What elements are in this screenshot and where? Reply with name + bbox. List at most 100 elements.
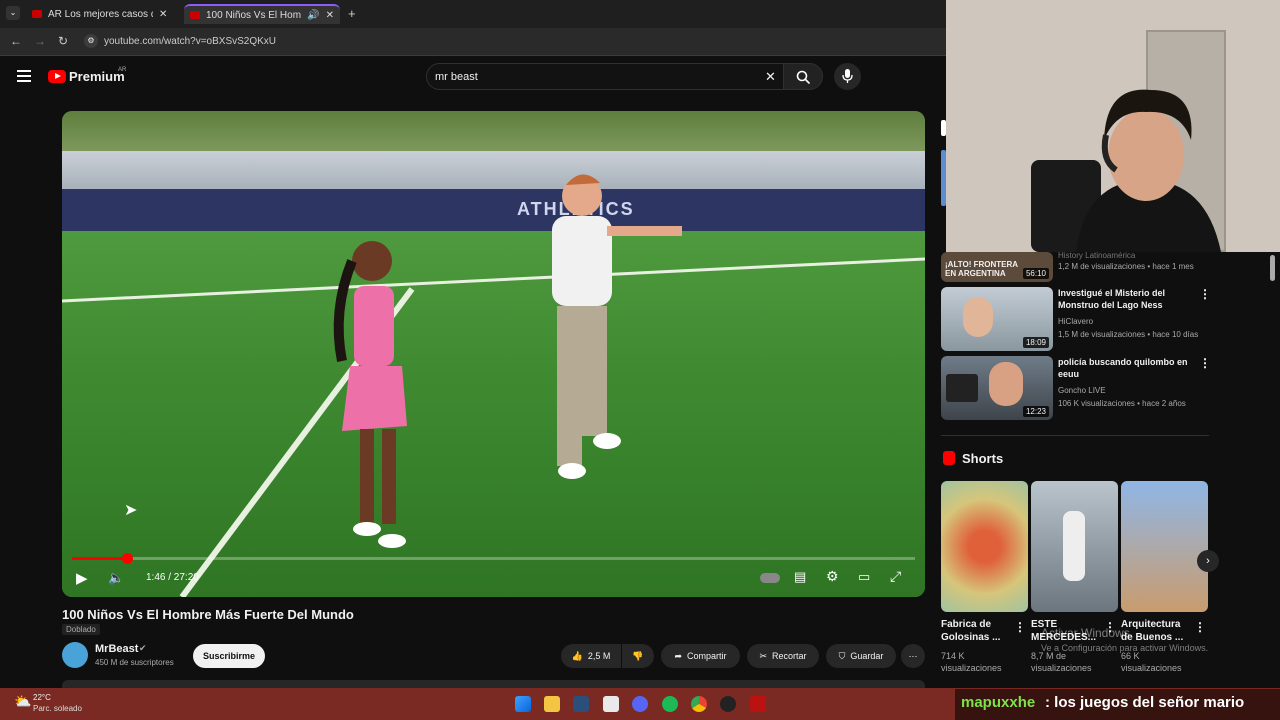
video-frame-people bbox=[333, 174, 682, 548]
youtube-logo-icon[interactable] bbox=[48, 70, 66, 83]
mouse-cursor-icon: ➤ bbox=[124, 502, 138, 519]
webcam-overlay bbox=[946, 0, 1280, 252]
short-more-icon[interactable]: ⋮ bbox=[1014, 620, 1026, 634]
like-button[interactable]: 👍 2,5 M bbox=[561, 644, 621, 668]
more-actions-button[interactable]: ⋯ bbox=[901, 644, 925, 668]
autoplay-toggle[interactable] bbox=[760, 573, 780, 583]
tab-label: AR Los mejores casos de ARGEN bbox=[48, 8, 153, 20]
settings-gear-icon[interactable]: ⚙ bbox=[826, 568, 839, 585]
share-button[interactable]: ➦ Compartir bbox=[661, 644, 740, 668]
dislike-button[interactable]: 👎 bbox=[622, 644, 654, 668]
obs-icon[interactable] bbox=[720, 696, 736, 712]
more-options-icon[interactable]: ⋮ bbox=[1199, 356, 1211, 370]
more-icon: ⋯ bbox=[908, 650, 918, 661]
forward-icon[interactable]: → bbox=[34, 34, 46, 48]
thumbnail-face bbox=[963, 297, 993, 337]
description-box[interactable] bbox=[62, 680, 925, 688]
file-explorer-icon[interactable] bbox=[544, 696, 560, 712]
theater-mode-icon[interactable]: ▭ bbox=[858, 569, 870, 585]
reload-icon[interactable]: ↻ bbox=[58, 34, 68, 48]
tab-argentina[interactable]: AR Los mejores casos de ARGEN ✕ bbox=[26, 4, 176, 24]
weather-condition: Parc. soleado bbox=[33, 704, 82, 713]
thumbnail-dashboard bbox=[946, 374, 978, 402]
verified-icon: ✔ bbox=[139, 643, 147, 653]
clip-button[interactable]: ✂ Recortar bbox=[747, 644, 819, 668]
site-info-icon[interactable]: ⚙ bbox=[84, 34, 98, 48]
close-tab-icon[interactable]: ✕ bbox=[159, 9, 167, 20]
new-tab-button[interactable]: + bbox=[348, 6, 356, 21]
channel-avatar[interactable] bbox=[62, 642, 88, 668]
like-count: 2,5 M bbox=[587, 651, 611, 661]
search-button[interactable] bbox=[783, 63, 823, 90]
weather-temp[interactable]: 22°C bbox=[33, 693, 51, 702]
save-button[interactable]: ⛉ Guardar bbox=[826, 644, 896, 668]
search-input[interactable]: mr beast ✕ bbox=[426, 63, 784, 90]
youtube-favicon-icon bbox=[190, 11, 200, 19]
windows-start-icon[interactable] bbox=[515, 696, 531, 712]
progress-bar[interactable] bbox=[72, 557, 915, 560]
tab-video[interactable]: 100 Niños Vs El Hombre M 🔊 ✕ bbox=[184, 4, 340, 24]
duration-badge: 12:23 bbox=[1022, 406, 1049, 417]
tab-list-icon[interactable]: ⌄ bbox=[6, 6, 20, 20]
share-icon: ➦ bbox=[674, 650, 683, 661]
activation-watermark-text: Ve a Configuración para activar Windows. bbox=[1041, 643, 1209, 653]
volume-icon[interactable]: 🔈 bbox=[108, 570, 124, 586]
save-label: Guardar bbox=[850, 651, 884, 661]
voice-search-button[interactable] bbox=[834, 63, 861, 90]
channel-name[interactable]: MrBeast bbox=[95, 643, 138, 655]
spotify-icon[interactable] bbox=[662, 696, 678, 712]
app-icon[interactable] bbox=[750, 696, 766, 712]
short-title-1[interactable]: Fabrica de Golosinas ... bbox=[941, 618, 1013, 644]
video-title[interactable]: Investigué el Misterio del Monstruo del … bbox=[1058, 287, 1193, 311]
subscriber-count: 450 M de suscriptores bbox=[95, 658, 174, 667]
thumbnail: 12:23 bbox=[941, 356, 1053, 420]
progress-scrubber[interactable] bbox=[121, 553, 133, 564]
more-options-icon[interactable]: ⋮ bbox=[1199, 287, 1211, 301]
shorts-next-icon[interactable]: › bbox=[1197, 550, 1219, 572]
close-tab-icon[interactable]: ✕ bbox=[326, 10, 334, 21]
subtitles-icon[interactable]: ▤ bbox=[794, 569, 806, 585]
recommendation-card-3[interactable]: 12:23 policía buscando quilombo en eeuu … bbox=[941, 356, 1211, 420]
thumbs-up-icon: 👍 bbox=[571, 650, 583, 661]
audio-playing-icon[interactable]: 🔊 bbox=[307, 10, 319, 21]
short-card-3[interactable] bbox=[1121, 481, 1208, 612]
divider bbox=[941, 435, 1209, 436]
discord-icon[interactable] bbox=[632, 696, 648, 712]
fullscreen-icon[interactable]: ⤢ bbox=[890, 568, 901, 585]
subscribe-label: Suscribirme bbox=[202, 651, 256, 661]
short-card-1[interactable] bbox=[941, 481, 1028, 612]
video-player[interactable]: ATHLETICS ▶ 🔈 1:46 / 27:20 ▤ ⚙ ▭ ⤢ bbox=[62, 111, 925, 597]
subscribe-button[interactable]: Suscribirme bbox=[193, 644, 265, 668]
short-views-3: 66 K visualizaciones bbox=[1121, 651, 1182, 673]
menu-icon[interactable] bbox=[17, 70, 31, 82]
scrollbar-thumb[interactable] bbox=[1270, 255, 1275, 281]
logo-country: AR bbox=[118, 67, 127, 73]
thumbs-down-icon: 👎 bbox=[632, 650, 644, 661]
thumbnail: ¡ALTO! FRONTERA EN ARGENTINA 56:10 bbox=[941, 252, 1053, 282]
activation-watermark-title: Activar Windows bbox=[1041, 626, 1130, 640]
url-text[interactable]: youtube.com/watch?v=oBXSvS2QKxU bbox=[104, 36, 276, 47]
shorts-icon bbox=[943, 451, 955, 465]
clip-label: Recortar bbox=[772, 651, 807, 661]
duration-badge: 18:09 bbox=[1022, 337, 1049, 348]
steam-icon[interactable] bbox=[573, 696, 589, 712]
short-more-icon[interactable]: ⋮ bbox=[1194, 620, 1206, 634]
shorts-heading: Shorts bbox=[962, 451, 1004, 466]
browser-tab-bar: ⌄ AR Los mejores casos de ARGEN ✕ 100 Ni… bbox=[0, 0, 946, 28]
play-icon[interactable]: ▶ bbox=[76, 569, 88, 587]
weather-icon: ⛅ bbox=[14, 693, 32, 709]
recommendation-card-2[interactable]: 18:09 Investigué el Misterio del Monstru… bbox=[941, 287, 1211, 351]
back-icon[interactable]: ← bbox=[10, 34, 22, 48]
store-icon[interactable] bbox=[603, 696, 619, 712]
clear-search-icon[interactable]: ✕ bbox=[765, 69, 776, 85]
logo-text[interactable]: Premium bbox=[69, 69, 125, 84]
duration-badge: 56:10 bbox=[1022, 268, 1049, 279]
chrome-icon[interactable] bbox=[691, 696, 707, 712]
search-value: mr beast bbox=[435, 71, 478, 83]
short-title-3[interactable]: Arquitectura de Buenos ... bbox=[1121, 618, 1193, 644]
channel-name[interactable]: Goncho LIVE bbox=[1058, 386, 1106, 395]
recommendation-card-1[interactable]: ¡ALTO! FRONTERA EN ARGENTINA 56:10 Histo… bbox=[941, 251, 1209, 282]
channel-name[interactable]: HiClavero bbox=[1058, 317, 1093, 326]
short-card-2[interactable] bbox=[1031, 481, 1118, 612]
video-title[interactable]: policía buscando quilombo en eeuu bbox=[1058, 356, 1193, 380]
